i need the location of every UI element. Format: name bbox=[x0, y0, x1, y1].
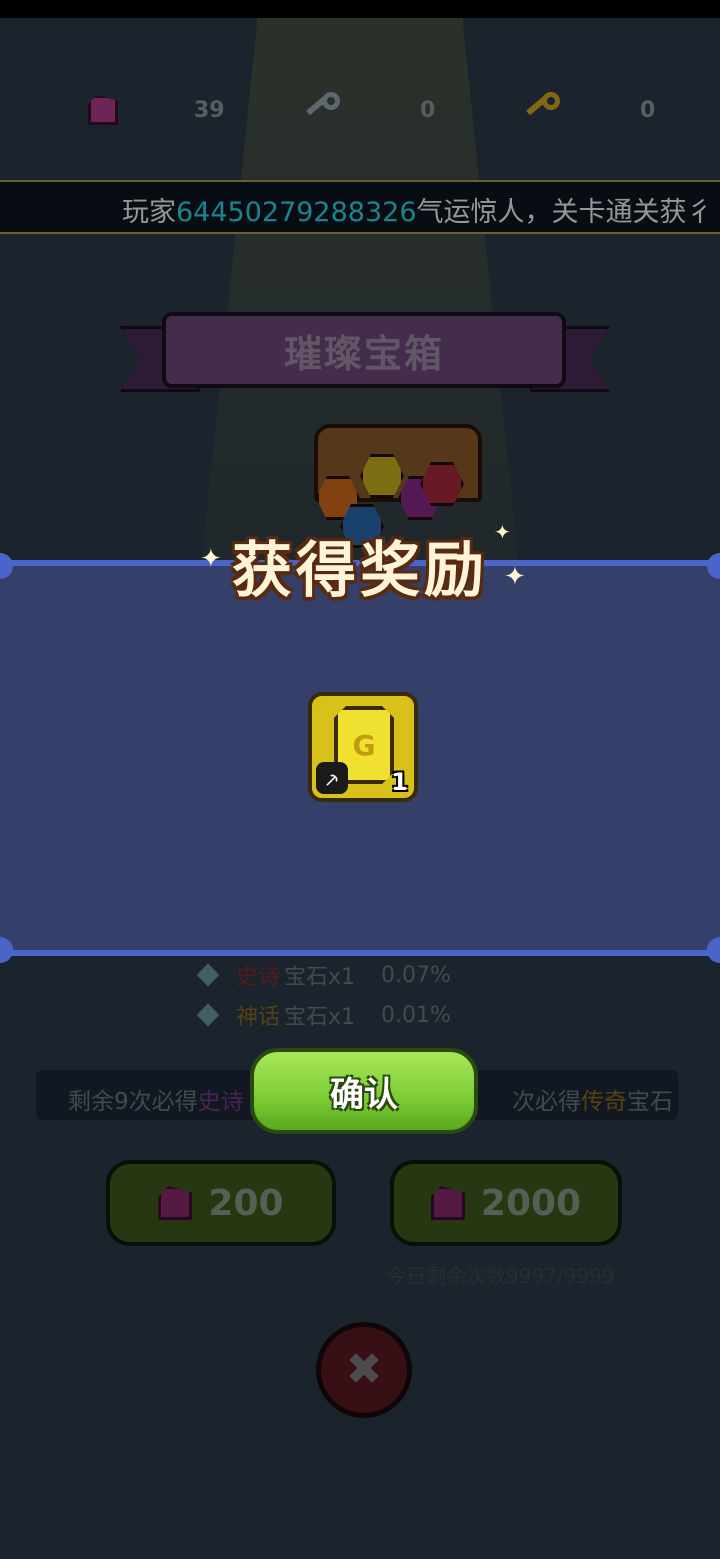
sparkle-icon: ✦ bbox=[504, 562, 526, 592]
pickaxe-icon: ⸕ bbox=[316, 762, 348, 794]
reward-item-count: 1 bbox=[391, 768, 408, 796]
reward-item-yellow-gem[interactable]: G ⸕ 1 bbox=[308, 692, 418, 802]
reward-title: 获得奖励 bbox=[232, 536, 488, 606]
sparkle-icon: ✦ bbox=[200, 544, 222, 574]
confirm-label: 确认 bbox=[330, 1074, 398, 1115]
confirm-button[interactable]: 确认 bbox=[250, 1048, 478, 1134]
sparkle-icon: ✦ bbox=[494, 520, 511, 544]
